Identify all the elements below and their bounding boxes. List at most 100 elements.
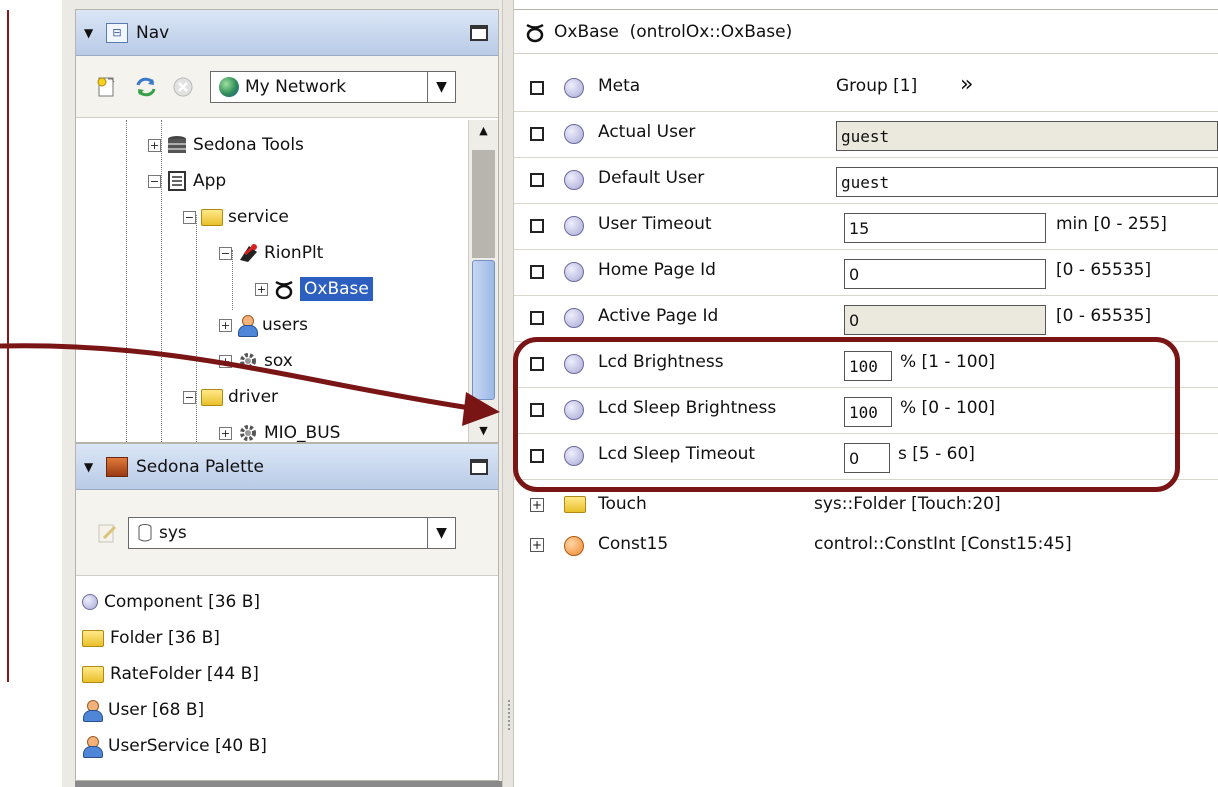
child-name: Const15: [598, 534, 669, 554]
palette-toolbar: sys ▼: [76, 490, 498, 576]
palette-item[interactable]: RateFolder [44 B]: [76, 656, 498, 692]
row-checkbox[interactable]: [530, 127, 544, 141]
kit-select-value: sys: [159, 522, 187, 543]
tree-item-label: App: [193, 171, 227, 191]
palette-item[interactable]: UserService [40 B]: [76, 728, 498, 764]
palette-item[interactable]: Folder [36 B]: [76, 620, 498, 656]
row-checkbox[interactable]: [530, 311, 544, 325]
tree-item[interactable]: + OxBase: [255, 272, 373, 306]
maximize-icon[interactable]: [470, 458, 488, 475]
slot-icon: [564, 124, 584, 144]
home-page-id-field[interactable]: 0: [844, 259, 1046, 289]
property-name: Active Page Id: [598, 306, 719, 326]
expand-icon[interactable]: +: [530, 498, 544, 512]
child-row[interactable]: + Const15 control::ConstInt [Const15:45]: [514, 526, 1218, 564]
palette-item-label: Folder [36 B]: [110, 628, 220, 648]
tree-item[interactable]: + users: [219, 308, 308, 342]
palette-item[interactable]: Component [36 B]: [76, 584, 498, 620]
row-checkbox[interactable]: [530, 173, 544, 187]
globe-icon: [219, 76, 239, 97]
palette-item-label: UserService [40 B]: [108, 736, 267, 756]
scroll-down-icon[interactable]: ▼: [469, 420, 498, 442]
refresh-icon[interactable]: [134, 76, 156, 98]
collapse-icon[interactable]: −: [183, 390, 196, 404]
oxbase-icon: [526, 23, 544, 42]
palette-item-label: Component [36 B]: [104, 592, 261, 612]
tree-item[interactable]: − RionPlt: [219, 236, 323, 270]
folder-icon: [201, 208, 223, 226]
network-select-value: My Network: [245, 76, 347, 97]
nav-panel-title: Nav: [136, 22, 170, 43]
collapse-icon[interactable]: −: [148, 174, 161, 188]
tree-item[interactable]: − App: [148, 164, 226, 198]
chevron-down-icon[interactable]: ▼: [427, 517, 455, 548]
nav-tree-icon: ⊟: [106, 22, 128, 43]
tree-item[interactable]: + Sedona Tools: [148, 128, 304, 162]
property-value: Group [1]: [836, 76, 918, 96]
collapse-icon[interactable]: −: [219, 246, 232, 260]
gear-icon: [240, 353, 256, 369]
slot-icon: [564, 262, 584, 282]
expand-icon[interactable]: +: [219, 354, 232, 368]
property-unit: min [0 - 255]: [1056, 214, 1167, 234]
edit-note-icon[interactable]: [96, 522, 118, 544]
palette-list: Component [36 B] Folder [36 B] RateFolde…: [76, 576, 498, 764]
active-page-id-field: 0: [844, 305, 1046, 335]
collapse-triangle-icon[interactable]: ▼: [84, 26, 106, 40]
folder-icon: [564, 496, 586, 513]
lcd-settings-highlight: [513, 337, 1180, 492]
property-name: Actual User: [598, 122, 696, 142]
kit-select[interactable]: sys ▼: [128, 516, 456, 549]
row-checkbox[interactable]: [530, 219, 544, 233]
row-checkbox[interactable]: [530, 265, 544, 279]
tree-item[interactable]: + sox: [219, 344, 293, 378]
property-row: Actual User guest: [514, 112, 1218, 158]
slot-icon: [564, 78, 584, 98]
nav-toolbar: My Network ▼: [76, 56, 498, 118]
tree-item-label: Sedona Tools: [193, 135, 304, 155]
app-icon: [168, 171, 186, 191]
expand-icon[interactable]: +: [148, 138, 161, 152]
property-row: Meta Group [1] »: [514, 66, 1218, 112]
palette-icon: [106, 456, 128, 477]
palette-item[interactable]: User [68 B]: [76, 692, 498, 728]
property-name: User Timeout: [598, 214, 712, 234]
expand-icon[interactable]: +: [219, 426, 232, 440]
new-file-icon[interactable]: [96, 76, 118, 98]
palette-item-label: RateFolder [44 B]: [110, 664, 259, 684]
tree-item-label: sox: [264, 351, 293, 371]
expand-icon[interactable]: +: [219, 318, 232, 332]
oxbase-icon: [275, 280, 293, 300]
collapse-triangle-icon[interactable]: ▼: [84, 460, 106, 474]
property-row: Active Page Id 0 [0 - 65535]: [514, 296, 1218, 342]
disconnect-icon[interactable]: [172, 76, 194, 98]
property-unit: [0 - 65535]: [1056, 260, 1152, 280]
tree-item[interactable]: − driver: [183, 380, 278, 414]
tree-item[interactable]: + MIO_BUS: [219, 416, 340, 442]
chevron-down-icon[interactable]: ▼: [427, 71, 455, 102]
splitter-grip[interactable]: [508, 700, 510, 730]
expand-icon[interactable]: +: [530, 538, 544, 552]
child-type: sys::Folder [Touch:20]: [814, 494, 1001, 514]
default-user-field[interactable]: guest: [836, 167, 1218, 197]
slot-icon: [564, 308, 584, 328]
expand-icon[interactable]: +: [255, 282, 268, 296]
child-name: Touch: [598, 494, 647, 514]
scrollbar-thumb[interactable]: [472, 260, 495, 400]
const-int-icon: [564, 536, 584, 556]
left-column: ▼ ⊟ Nav My Network ▼ + Sedona Tools − Ap…: [62, 0, 602, 787]
tree-item-label: users: [262, 315, 308, 335]
palette-panel-title: Sedona Palette: [136, 456, 264, 477]
row-checkbox[interactable]: [530, 81, 544, 95]
nav-tree-scrollbar[interactable]: ▲ ▼: [468, 120, 498, 442]
maximize-icon[interactable]: [470, 24, 488, 41]
user-timeout-field[interactable]: 15: [844, 213, 1046, 243]
tree-item[interactable]: − service: [183, 200, 289, 234]
scroll-up-icon[interactable]: ▲: [469, 120, 498, 142]
tree-item-label-selected: OxBase: [300, 277, 373, 301]
network-select[interactable]: My Network ▼: [210, 70, 456, 103]
collapse-icon[interactable]: −: [183, 210, 196, 224]
expand-chevrons-icon[interactable]: »: [960, 72, 973, 97]
property-unit: [0 - 65535]: [1056, 306, 1152, 326]
nav-tree: + Sedona Tools − App − service − RionPlt…: [76, 120, 468, 442]
